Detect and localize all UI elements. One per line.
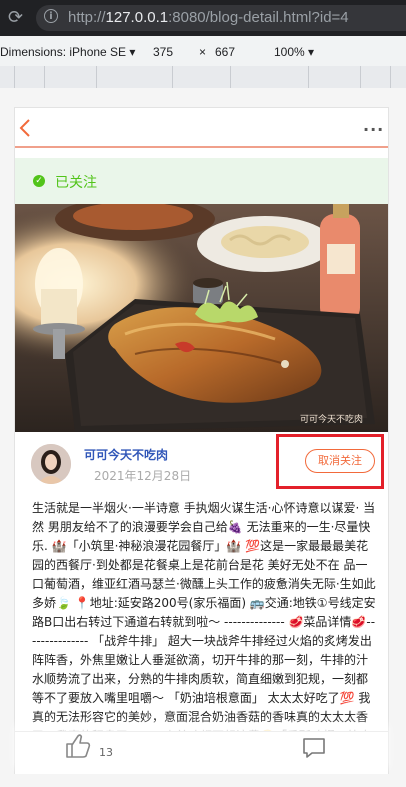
follow-status-text: 已关注 (55, 175, 97, 191)
browser-address-bar: ⟳ i http://127.0.0.1:8080/blog-detail.ht… (0, 0, 406, 36)
more-options-icon[interactable]: ··· (363, 120, 384, 139)
unfollow-button[interactable]: 取消关注 (305, 449, 375, 473)
post-date: 2021年12月28日 (94, 469, 192, 483)
check-circle-icon: ✓ (33, 175, 45, 187)
device-toolbar: Dimensions: iPhone SE ▾ 375 × 667 100% ▾ (0, 36, 406, 67)
reload-icon[interactable]: ⟳ (8, 8, 28, 28)
device-dimensions-select[interactable]: Dimensions: iPhone SE ▾ (0, 45, 135, 59)
device-height-input[interactable]: 667 (215, 45, 235, 59)
thumbs-up-icon[interactable] (64, 732, 92, 760)
back-arrow-icon[interactable] (18, 118, 32, 138)
post-photo[interactable]: 可可今天不吃肉 (15, 204, 388, 432)
post-content-text: 生活就是一半烟火·一半诗意 手执烟火谋生活·心怀诗意以谋爱· 当然 男朋友给不了… (32, 501, 376, 731)
photo-watermark: 可可今天不吃肉 (300, 413, 363, 425)
media-query-ruler (0, 66, 406, 88)
avatar[interactable] (31, 444, 71, 484)
food-photo-illustration: 可可今天不吃肉 (15, 204, 388, 432)
dimension-times: × (199, 45, 207, 59)
zoom-select[interactable]: 100% ▾ (274, 45, 314, 59)
device-width-input[interactable]: 375 (153, 45, 173, 59)
author-name[interactable]: 可可今天不吃肉 (84, 446, 168, 463)
url-text[interactable]: http://127.0.0.1:8080/blog-detail.html?i… (68, 9, 349, 26)
site-info-icon[interactable]: i (44, 9, 58, 23)
like-count: 13 (99, 746, 113, 759)
post-content: 生活就是一半烟火·一半诗意 手执烟火谋生活·心怀诗意以谋爱· 当然 男朋友给不了… (32, 499, 377, 731)
comment-icon[interactable] (302, 737, 326, 759)
follow-status-banner: ✓ 已关注 (15, 158, 388, 204)
header-divider (15, 146, 388, 148)
